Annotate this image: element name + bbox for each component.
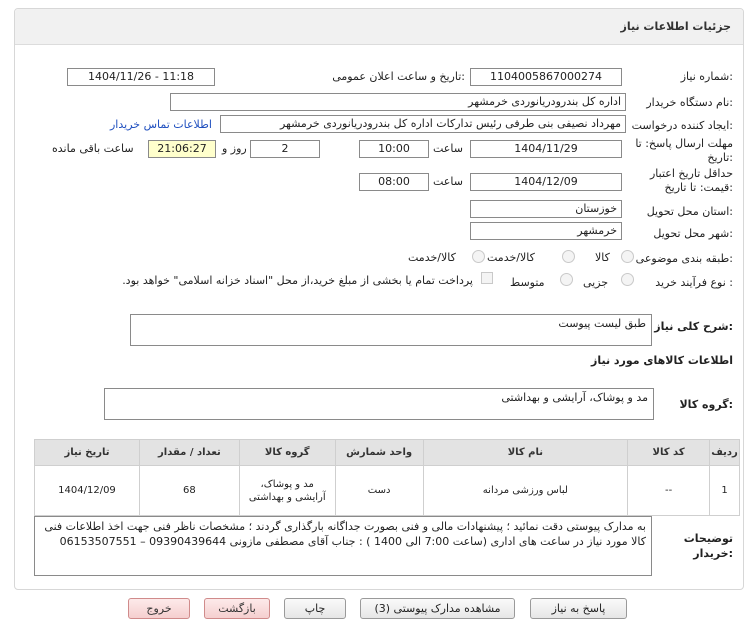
exit-button[interactable]: خروج xyxy=(128,598,190,619)
announce-label: تاریخ و ساعت اعلان عمومی: xyxy=(332,70,465,83)
process-radio-minor[interactable] xyxy=(621,273,634,286)
table-row: 1 -- لباس ورزشی مردانه دست مد و پوشاک، آ… xyxy=(34,465,740,516)
announce-datetime-field: 1404/11/26 - 11:18 xyxy=(67,68,215,86)
col-header-need-date: تاریخ نیاز xyxy=(34,439,140,466)
category-option-service: كالا/خدمت xyxy=(408,251,456,264)
creator-label: ایجاد کننده درخواست: xyxy=(631,119,733,132)
province-label: استان محل تحویل: xyxy=(646,205,733,218)
reply-date-field: 1404/11/29 xyxy=(470,140,622,158)
col-header-unit: واحد شمارش xyxy=(334,439,424,466)
col-header-row-number: ردیف xyxy=(709,439,740,466)
treasury-payment-note: پرداخت تمام یا بخشی از مبلغ خرید،از محل … xyxy=(122,274,473,287)
category-label: طبقه بندی موضوعی: xyxy=(635,252,733,265)
items-table: ردیف کد کالا نام کالا واحد شمارش گروه کا… xyxy=(34,439,740,516)
back-button[interactable]: بازگشت xyxy=(204,598,270,619)
goods-group-label: گروه کالا: xyxy=(679,398,733,411)
cell-need-date: 1404/12/09 xyxy=(34,465,140,516)
panel-title: جزئیات اطلاعات نیاز xyxy=(620,20,732,33)
col-header-quantity: تعداد / مقدار xyxy=(138,439,240,466)
remaining-time-label: ساعت باقی مانده xyxy=(52,142,134,155)
need-number-label: شماره نیاز: xyxy=(680,70,733,83)
buyer-notes-textarea[interactable]: به مدارک پیوستی دقت نمائید ؛ پیشنهادات م… xyxy=(34,516,652,576)
cell-goods-group: مد و پوشاک، آرایشی و بهداشتی xyxy=(238,465,336,516)
cell-item-name: لباس ورزشی مردانه xyxy=(422,465,629,516)
category-radio-goods-service[interactable] xyxy=(562,250,575,263)
category-radio-extra[interactable] xyxy=(472,250,485,263)
category-radio-goods[interactable] xyxy=(621,250,634,263)
city-field: خرمشهر xyxy=(470,222,622,240)
category-option-goods-service: کالا/خدمت xyxy=(487,251,535,264)
cell-item-code: -- xyxy=(627,465,711,516)
cell-quantity: 68 xyxy=(138,465,240,516)
goods-info-title: اطلاعات کالاهای مورد نیاز xyxy=(591,354,733,367)
view-attachments-button[interactable]: مشاهده مدارک پیوستی (3) xyxy=(360,598,515,619)
validity-time-label: ساعت xyxy=(433,175,463,188)
treasury-payment-checkbox[interactable] xyxy=(481,272,493,284)
description-label: شرح کلی نیاز: xyxy=(654,320,733,333)
need-number-field: 1104005867000274 xyxy=(470,68,622,86)
buyer-notes-label: توضیحات خریدار: xyxy=(683,532,733,560)
reply-time-label: ساعت xyxy=(433,142,463,155)
cell-unit: دست xyxy=(334,465,424,516)
remaining-time-field: 21:06:27 xyxy=(148,140,216,158)
buyer-org-field: اداره کل بندرودریانوردی خرمشهر xyxy=(170,93,626,111)
buyer-org-label: نام دستگاه خریدار: xyxy=(646,96,733,109)
category-option-goods: کالا xyxy=(595,251,610,264)
province-field: خوزستان xyxy=(470,200,622,218)
buyer-contact-link[interactable]: اطلاعات تماس خریدار xyxy=(110,118,212,131)
process-type-label: نوع فرآیند خرید : xyxy=(655,276,733,289)
table-header-row: ردیف کد کالا نام کالا واحد شمارش گروه کا… xyxy=(34,439,740,466)
days-remaining-field: 2 xyxy=(250,140,320,158)
cell-row-number: 1 xyxy=(709,465,740,516)
creator-field: مهرداد نصیفی بنی طرفی رئیس تدارکات اداره… xyxy=(220,115,626,133)
process-radio-medium[interactable] xyxy=(560,273,573,286)
days-label: روز و xyxy=(222,142,247,155)
col-header-item-code: کد کالا xyxy=(627,439,711,466)
panel-header: جزئیات اطلاعات نیاز xyxy=(15,9,743,45)
reply-to-need-button[interactable]: پاسخ به نیاز xyxy=(530,598,627,619)
reply-time-field: 10:00 xyxy=(359,140,429,158)
city-label: شهر محل تحویل: xyxy=(653,227,733,240)
validity-time-field: 08:00 xyxy=(359,173,429,191)
print-button[interactable]: چاپ xyxy=(284,598,346,619)
process-option-minor: جزیی xyxy=(583,276,609,289)
goods-group-field[interactable]: مد و پوشاک، آرایشی و بهداشتی xyxy=(104,388,654,420)
description-textarea[interactable]: طبق لیست پیوست xyxy=(130,314,652,346)
process-option-medium: متوسط xyxy=(510,276,545,289)
reply-deadline-label: مهلت ارسال پاسخ: تا تاریخ: xyxy=(635,137,733,164)
col-header-item-name: نام کالا xyxy=(422,439,629,466)
validity-label: حداقل تاریخ اعتبار قیمت: تا تاریخ: xyxy=(649,167,733,194)
validity-date-field: 1404/12/09 xyxy=(470,173,622,191)
col-header-goods-group: گروه کالا xyxy=(238,439,336,466)
